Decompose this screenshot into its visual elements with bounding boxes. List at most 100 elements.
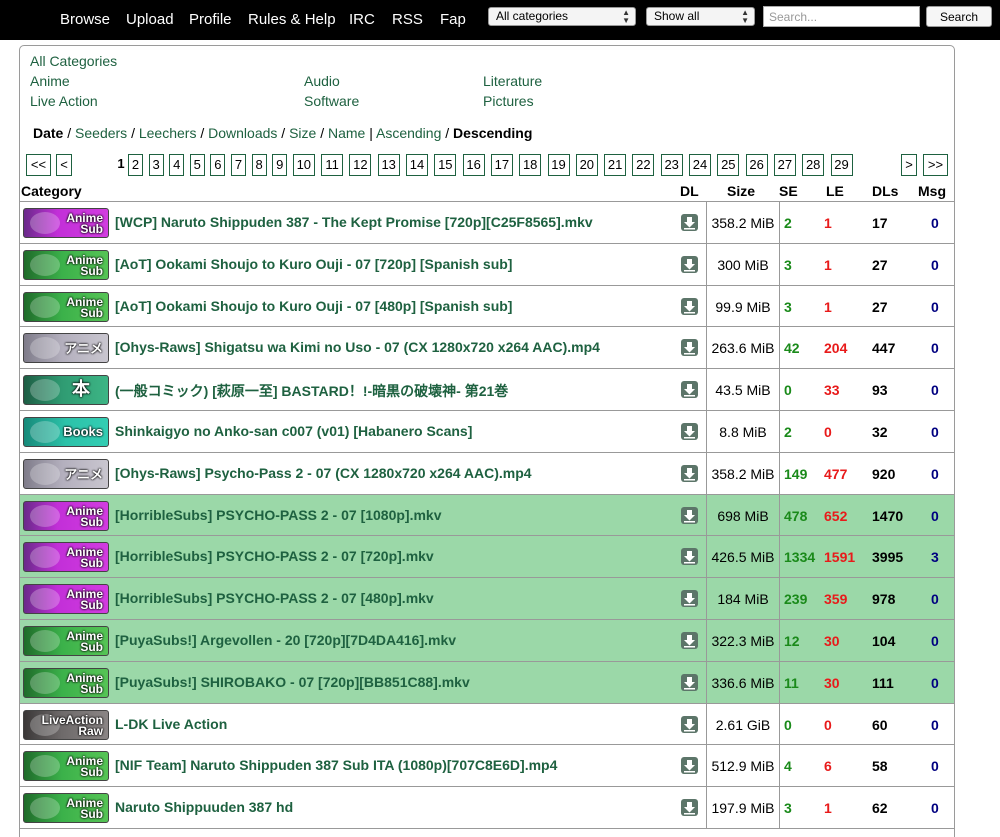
- torrent-messages[interactable]: 0: [931, 633, 939, 649]
- category-badge[interactable]: アニメ: [23, 458, 109, 489]
- download-icon[interactable]: [681, 297, 698, 315]
- category-link-pictures[interactable]: Pictures: [483, 93, 534, 109]
- torrent-messages[interactable]: 0: [931, 466, 939, 482]
- page-link-6[interactable]: 6: [210, 154, 226, 176]
- category-select[interactable]: All categories ▲ ▼: [488, 7, 636, 26]
- download-icon[interactable]: [681, 422, 698, 440]
- torrent-messages[interactable]: 0: [931, 340, 939, 356]
- torrent-title-link[interactable]: [HorribleSubs] PSYCHO-PASS 2 - 07 [720p]…: [115, 548, 434, 564]
- category-badge[interactable]: 本: [23, 375, 109, 406]
- download-icon[interactable]: [681, 214, 698, 231]
- torrent-title-link[interactable]: (一般コミック) [萩原一至] BASTARD！!-暗黒の破壊神- 第21巻: [115, 381, 508, 401]
- page-link-27[interactable]: 27: [773, 154, 796, 176]
- category-badge[interactable]: Anime Sub: [23, 208, 109, 238]
- torrent-messages[interactable]: 0: [931, 257, 939, 273]
- download-icon[interactable]: [681, 464, 698, 482]
- category-badge[interactable]: Anime Sub: [23, 625, 109, 656]
- nav-link-upload[interactable]: Upload: [126, 11, 174, 28]
- page-last-button[interactable]: >>: [923, 154, 948, 176]
- page-link-5[interactable]: 5: [189, 154, 205, 176]
- sort-leechers-link[interactable]: Leechers: [139, 125, 197, 141]
- nav-link-irc[interactable]: IRC: [349, 11, 375, 28]
- filter-select[interactable]: Show all ▲ ▼: [646, 7, 755, 26]
- torrent-title-link[interactable]: [PuyaSubs!] SHIROBAKO - 07 [720p][BB851C…: [115, 674, 470, 690]
- page-link-7[interactable]: 7: [231, 154, 246, 176]
- nav-link-rss[interactable]: RSS: [392, 11, 423, 28]
- search-input[interactable]: [763, 6, 920, 27]
- search-button[interactable]: Search: [926, 6, 992, 27]
- sort-ascending-link[interactable]: Ascending: [376, 125, 441, 141]
- page-link-17[interactable]: 17: [490, 154, 513, 176]
- torrent-messages[interactable]: 0: [931, 424, 939, 440]
- torrent-messages[interactable]: 0: [931, 508, 939, 524]
- sort-downloads-link[interactable]: Downloads: [208, 125, 277, 141]
- category-link-literature[interactable]: Literature: [483, 73, 542, 89]
- page-link-25[interactable]: 25: [717, 154, 740, 176]
- category-link-software[interactable]: Software: [304, 93, 359, 109]
- torrent-title-link[interactable]: [HorribleSubs] PSYCHO-PASS 2 - 07 [480p]…: [115, 590, 434, 606]
- sort-size-link[interactable]: Size: [289, 125, 316, 141]
- category-badge[interactable]: Anime Sub: [23, 500, 109, 531]
- torrent-messages[interactable]: 3: [931, 549, 939, 565]
- torrent-title-link[interactable]: [WCP] Naruto Shippuden 387 - The Kept Pr…: [115, 214, 593, 230]
- category-link-audio[interactable]: Audio: [304, 73, 340, 89]
- download-icon[interactable]: [681, 631, 698, 649]
- page-link-15[interactable]: 15: [434, 154, 457, 176]
- page-link-29[interactable]: 29: [830, 154, 853, 176]
- page-link-18[interactable]: 18: [519, 154, 542, 176]
- category-badge[interactable]: アニメ: [23, 333, 109, 364]
- download-icon[interactable]: [681, 799, 698, 817]
- torrent-messages[interactable]: 0: [931, 382, 939, 398]
- page-link-22[interactable]: 22: [632, 154, 655, 176]
- page-link-24[interactable]: 24: [689, 154, 711, 176]
- download-icon[interactable]: [681, 757, 698, 775]
- nav-link-fap[interactable]: Fap: [440, 11, 466, 28]
- page-link-4[interactable]: 4: [169, 154, 185, 176]
- page-link-2[interactable]: 2: [128, 154, 143, 176]
- page-next-button[interactable]: >: [901, 154, 917, 176]
- download-icon[interactable]: [681, 255, 698, 273]
- category-badge[interactable]: LiveAction Raw: [23, 709, 109, 740]
- category-badge[interactable]: Anime Sub: [23, 291, 109, 322]
- nav-link-rules-help[interactable]: Rules & Help: [248, 11, 336, 28]
- category-badge[interactable]: Anime Sub: [23, 793, 109, 824]
- nav-link-profile[interactable]: Profile: [189, 11, 232, 28]
- page-first-button[interactable]: <<: [26, 154, 51, 176]
- torrent-messages[interactable]: 0: [931, 299, 939, 315]
- torrent-title-link[interactable]: [AoT] Ookami Shoujo to Kuro Ouji - 07 [4…: [115, 298, 512, 314]
- torrent-title-link[interactable]: [NIF Team] Naruto Shippuden 387 Sub ITA …: [115, 757, 557, 773]
- page-link-21[interactable]: 21: [604, 154, 627, 176]
- page-link-11[interactable]: 11: [321, 154, 344, 176]
- page-link-10[interactable]: 10: [292, 154, 315, 176]
- torrent-messages[interactable]: 0: [931, 215, 939, 231]
- torrent-title-link[interactable]: L-DK Live Action: [115, 716, 227, 732]
- sort-name-link[interactable]: Name: [328, 125, 365, 141]
- category-badge[interactable]: Anime Sub: [23, 542, 109, 573]
- column-header-size[interactable]: Size: [727, 183, 755, 199]
- category-badge[interactable]: Anime Sub: [23, 249, 109, 280]
- category-link-all[interactable]: All Categories: [30, 53, 117, 69]
- page-link-13[interactable]: 13: [377, 154, 400, 176]
- torrent-messages[interactable]: 0: [931, 758, 939, 774]
- sort-seeders-link[interactable]: Seeders: [75, 125, 127, 141]
- column-header-se[interactable]: SE: [779, 183, 798, 199]
- download-icon[interactable]: [681, 548, 698, 566]
- category-link-anime[interactable]: Anime: [30, 73, 70, 89]
- torrent-messages[interactable]: 0: [931, 800, 939, 816]
- torrent-title-link[interactable]: [Ohys-Raws] Psycho-Pass 2 - 07 (CX 1280x…: [115, 465, 532, 481]
- category-badge[interactable]: Books: [23, 416, 109, 447]
- page-link-23[interactable]: 23: [660, 154, 683, 176]
- category-badge[interactable]: Anime Sub: [23, 584, 109, 615]
- download-icon[interactable]: [681, 381, 698, 399]
- torrent-messages[interactable]: 0: [931, 591, 939, 607]
- torrent-title-link[interactable]: [Ohys-Raws] Shigatsu wa Kimi no Uso - 07…: [115, 339, 600, 355]
- page-link-12[interactable]: 12: [349, 154, 372, 176]
- page-link-16[interactable]: 16: [462, 154, 485, 176]
- page-link-3[interactable]: 3: [148, 154, 164, 176]
- download-icon[interactable]: [681, 673, 698, 691]
- download-icon[interactable]: [681, 339, 698, 357]
- torrent-title-link[interactable]: Shinkaigyo no Anko-san c007 (v01) [Haban…: [115, 423, 472, 439]
- page-link-14[interactable]: 14: [406, 154, 428, 176]
- column-header-dls[interactable]: DLs: [872, 183, 898, 199]
- page-link-28[interactable]: 28: [802, 154, 825, 176]
